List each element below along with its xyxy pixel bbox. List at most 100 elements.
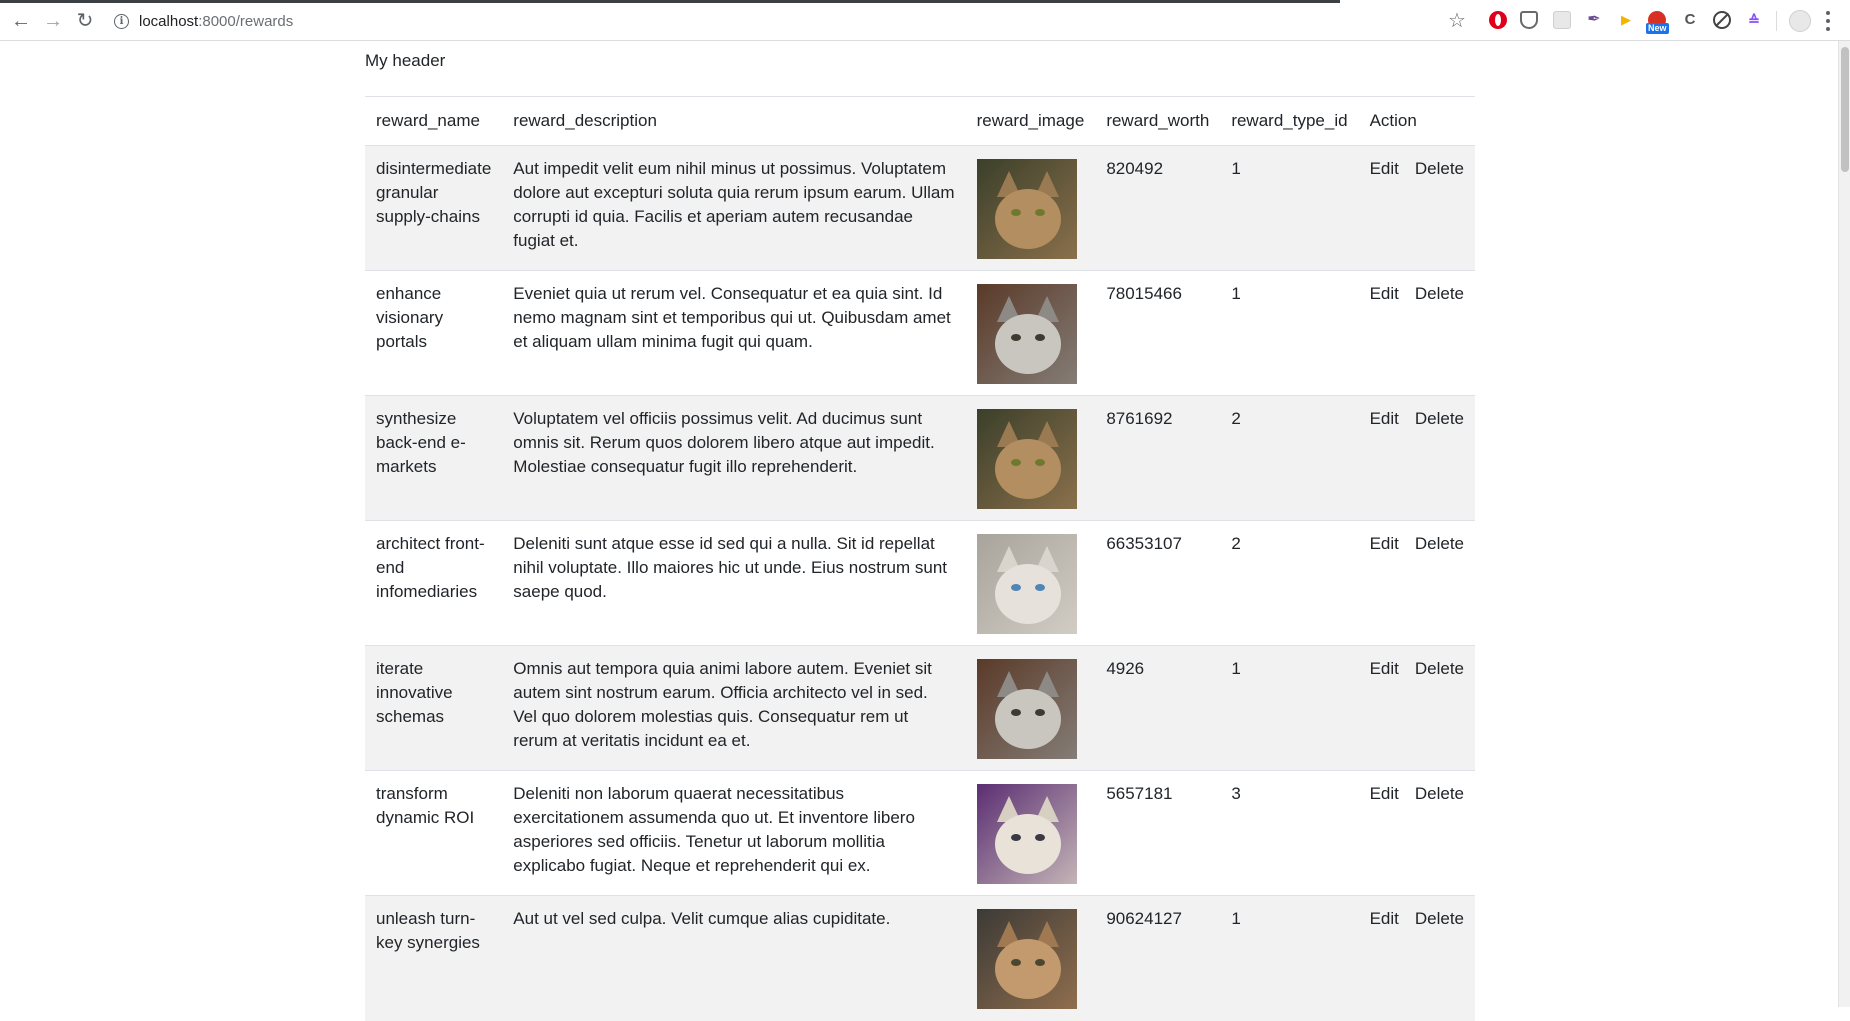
delete-link[interactable]: Delete: [1415, 407, 1464, 431]
reward-name-cell: disintermediate granular supply-chains: [376, 159, 492, 226]
cat-photo-image: [976, 784, 1077, 884]
edit-link[interactable]: Edit: [1370, 782, 1399, 806]
reward-name-cell: transform dynamic ROI: [376, 784, 475, 827]
opera-extension-icon[interactable]: [1489, 11, 1507, 29]
grid-extension-icon[interactable]: [1553, 11, 1571, 29]
column-header-reward-image: reward_image: [965, 96, 1096, 146]
analytics-extension-icon[interactable]: ≙: [1745, 11, 1763, 29]
table-row: architect front-end infomediaries Delenit…: [365, 520, 1475, 646]
column-header-reward-worth: reward_worth: [1095, 96, 1221, 146]
table-row: synthesize back-end e-markets Voluptatem …: [365, 395, 1475, 521]
reward-description-cell: Voluptatem vel officiis possimus velit. …: [513, 409, 935, 476]
delete-link[interactable]: Delete: [1415, 157, 1464, 181]
table-header-row: reward_name reward_description reward_im…: [365, 96, 1475, 146]
delete-link[interactable]: Delete: [1415, 782, 1464, 806]
reward-worth-cell: 5657181: [1106, 784, 1173, 803]
cat-photo-image: [976, 534, 1077, 634]
block-extension-icon[interactable]: [1713, 11, 1731, 29]
play-extension-icon[interactable]: ▶: [1617, 11, 1635, 29]
ci-extension-icon[interactable]: C: [1681, 11, 1699, 29]
edit-link[interactable]: Edit: [1370, 407, 1399, 431]
delete-link[interactable]: Delete: [1415, 282, 1464, 306]
reload-icon[interactable]: ↻: [73, 9, 97, 33]
reward-type-id-cell: 1: [1231, 909, 1241, 928]
reward-image-cell: [966, 771, 1096, 896]
edit-link[interactable]: Edit: [1370, 657, 1399, 681]
reward-name-cell: unleash turn-key synergies: [376, 909, 480, 952]
column-header-reward-type-id: reward_type_id: [1220, 96, 1359, 146]
table-row: transform dynamic ROI Deleniti non laboru…: [365, 770, 1475, 896]
new-badge: New: [1646, 23, 1669, 34]
cat-eye-shape: [1010, 959, 1021, 966]
cat-eye-shape: [1034, 459, 1045, 466]
cat-head-shape: [994, 689, 1061, 749]
cat-eye-shape: [1034, 709, 1045, 716]
action-cell: Edit Delete: [1359, 396, 1475, 521]
action-cell: Edit Delete: [1359, 521, 1475, 646]
browser-menu-icon[interactable]: [1826, 11, 1830, 31]
reward-type-id-cell: 2: [1231, 534, 1241, 553]
reward-worth-cell: 820492: [1106, 159, 1164, 178]
url-host: localhost: [139, 12, 199, 30]
page-scrollbar[interactable]: [1838, 41, 1850, 1007]
cat-head-shape: [994, 939, 1061, 999]
scrollbar-thumb[interactable]: [1841, 47, 1849, 172]
reward-description-cell: Deleniti non laborum quaerat necessitati…: [513, 784, 915, 875]
cat-eye-shape: [1010, 209, 1021, 216]
address-bar[interactable]: i localhost:8000/rewards: [114, 9, 293, 33]
edit-link[interactable]: Edit: [1370, 907, 1399, 931]
reward-description-cell: Eveniet quia ut rerum vel. Consequatur e…: [513, 284, 951, 351]
cat-eye-shape: [1034, 834, 1045, 841]
forward-arrow-icon[interactable]: →: [41, 9, 65, 33]
cat-photo-image: [976, 909, 1077, 1009]
new-extension-icon[interactable]: New: [1646, 11, 1669, 34]
reward-worth-cell: 90624127: [1106, 909, 1182, 928]
reward-description-cell: Aut impedit velit eum nihil minus ut pos…: [513, 159, 955, 250]
reward-name-cell: enhance visionary portals: [376, 284, 444, 351]
reward-type-id-cell: 1: [1231, 659, 1241, 678]
cat-eye-shape: [1010, 584, 1021, 591]
toolbar-separator: [1776, 11, 1777, 31]
table-row: enhance visionary portals Eveniet quia ut…: [365, 270, 1475, 396]
pocket-extension-icon[interactable]: [1520, 11, 1538, 29]
cat-photo-image: [976, 284, 1077, 384]
action-cell: Edit Delete: [1359, 146, 1475, 271]
delete-link[interactable]: Delete: [1415, 907, 1464, 931]
cat-eye-shape: [1034, 959, 1045, 966]
column-header-reward-name: reward_name: [365, 96, 503, 146]
cat-head-shape: [994, 564, 1061, 624]
delete-link[interactable]: Delete: [1415, 532, 1464, 556]
column-header-action: Action: [1358, 96, 1475, 146]
delete-link[interactable]: Delete: [1415, 657, 1464, 681]
reward-type-id-cell: 1: [1231, 284, 1241, 303]
reward-worth-cell: 8761692: [1106, 409, 1173, 428]
action-cell: Edit Delete: [1359, 646, 1475, 771]
cat-eye-shape: [1034, 334, 1045, 341]
action-cell: Edit Delete: [1359, 896, 1475, 1021]
edit-link[interactable]: Edit: [1370, 157, 1399, 181]
page-load-progress: [0, 0, 1340, 3]
reward-type-id-cell: 2: [1231, 409, 1241, 428]
reward-image-cell: [966, 521, 1096, 646]
reward-image-cell: [966, 896, 1096, 1021]
edit-link[interactable]: Edit: [1370, 282, 1399, 306]
back-arrow-icon[interactable]: ←: [9, 9, 33, 33]
cat-head-shape: [994, 439, 1061, 499]
reward-image-cell: [966, 146, 1096, 271]
edit-link[interactable]: Edit: [1370, 532, 1399, 556]
cat-photo-image: [976, 159, 1077, 259]
site-info-icon[interactable]: i: [114, 13, 129, 29]
column-header-reward-description: reward_description: [502, 96, 966, 146]
reward-type-id-cell: 1: [1231, 159, 1241, 178]
cat-head-shape: [994, 314, 1061, 374]
eyedropper-extension-icon[interactable]: ✒: [1585, 11, 1603, 29]
reward-worth-cell: 78015466: [1106, 284, 1182, 303]
profile-avatar-icon[interactable]: [1789, 10, 1811, 32]
bookmark-star-icon[interactable]: ☆: [1448, 9, 1466, 33]
reward-worth-cell: 66353107: [1106, 534, 1182, 553]
reward-name-cell: architect front-end infomediaries: [376, 534, 485, 601]
cat-eye-shape: [1034, 584, 1045, 591]
cat-head-shape: [994, 189, 1061, 249]
cat-eye-shape: [1034, 209, 1045, 216]
action-cell: Edit Delete: [1359, 771, 1475, 896]
